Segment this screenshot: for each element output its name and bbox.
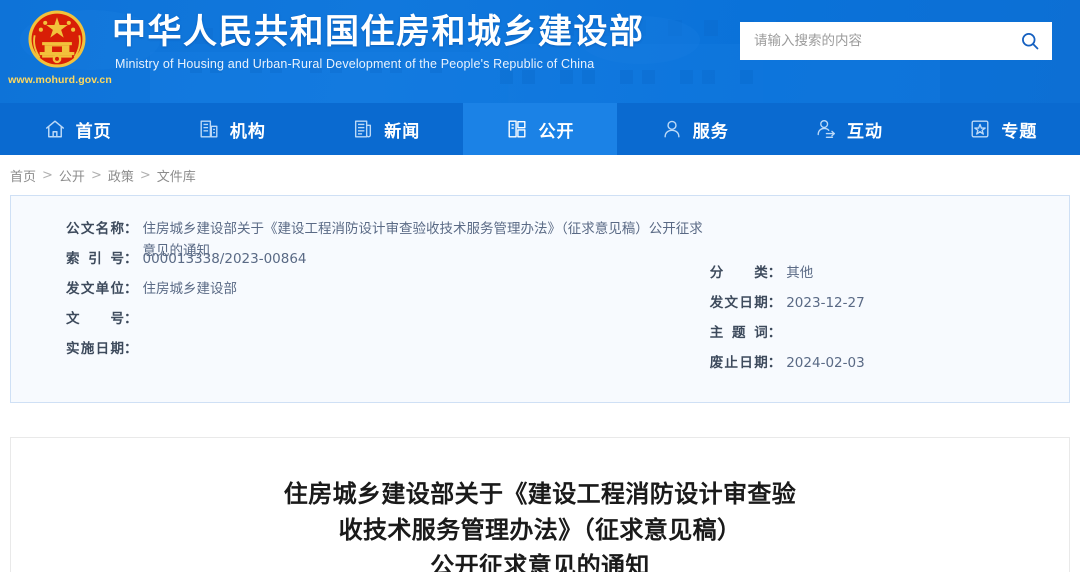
breadcrumb-item-0[interactable]: 首页 (10, 166, 36, 185)
metadata-colon: ： (124, 248, 138, 270)
search-input[interactable] (740, 23, 1008, 59)
metadata-label: 废止日期 (710, 352, 768, 374)
site-title-en: Ministry of Housing and Urban-Rural Deve… (115, 57, 645, 71)
nav-label-topics: 专题 (1001, 117, 1037, 142)
breadcrumb-item-3[interactable]: 文件库 (157, 166, 196, 185)
nav-item-news[interactable]: 新闻 (309, 103, 463, 155)
metadata-label: 索 引 号 (66, 248, 124, 270)
emblem-container: www.mohurd.gov.cn (0, 0, 112, 103)
open-disclosure-icon (505, 117, 529, 141)
metadata-column-left: 公文名称 ： 住房城乡建设部关于《建设工程消防设计审查验收技术服务管理办法》（征… (11, 218, 710, 382)
search-box[interactable] (740, 22, 1052, 60)
metadata-label: 发文日期 (710, 292, 768, 314)
site-title-cn: 中华人民共和国住房和城乡建设部 (112, 10, 645, 54)
metadata-label: 分 类 (710, 262, 768, 284)
nav-item-services[interactable]: 服务 (617, 103, 771, 155)
breadcrumb-separator: > (42, 168, 53, 183)
nav-label-interaction: 互动 (847, 117, 883, 142)
search-icon (1020, 31, 1040, 51)
metadata-value: 2023-12-27 (786, 292, 1069, 314)
document-metadata-card: 公文名称 ： 住房城乡建设部关于《建设工程消防设计审查验收技术服务管理办法》（征… (10, 195, 1070, 403)
metadata-row-category: 分 类 ： 其他 (710, 262, 1069, 292)
breadcrumb-separator: > (140, 168, 151, 183)
title-line-1: 住房城乡建设部关于《建设工程消防设计审查验 (131, 476, 949, 512)
site-url-text: www.mohurd.gov.cn (8, 74, 112, 86)
china-national-emblem-icon (26, 8, 88, 70)
main-navigation[interactable]: 首页 机构 新闻 (0, 103, 1080, 155)
nav-item-disclosure[interactable]: 公开 (463, 103, 617, 155)
header-brand: www.mohurd.gov.cn 中华人民共和国住房和城乡建设部 Minist… (0, 0, 660, 103)
metadata-colon: ： (124, 308, 138, 330)
metadata-colon: ： (768, 262, 782, 284)
nav-label-services: 服务 (693, 117, 729, 142)
metadata-column-right: 分 类 ： 其他 发文日期 ： 2023-12-27 主 题 词 ： 废止日期 … (710, 218, 1069, 382)
breadcrumb: 首页 > 公开 > 政策 > 文件库 (0, 155, 1080, 195)
news-document-icon (351, 117, 375, 141)
metadata-row-index-number: 索 引 号 ： 000013338/2023-00864 (66, 248, 710, 278)
metadata-colon: ： (768, 322, 782, 344)
building-icon (197, 117, 221, 141)
nav-item-home[interactable]: 首页 (0, 103, 154, 155)
page-content: 公文名称 ： 住房城乡建设部关于《建设工程消防设计审查验收技术服务管理办法》（征… (0, 195, 1080, 572)
metadata-row-document-number: 文 号 ： (66, 308, 710, 338)
nav-label-institutions: 机构 (230, 117, 266, 142)
page-title: 住房城乡建设部关于《建设工程消防设计审查验 收技术服务管理办法》（征求意见稿） … (131, 476, 949, 572)
title-line-2: 收技术服务管理办法》（征求意见稿） (131, 512, 949, 548)
header-titles: 中华人民共和国住房和城乡建设部 Ministry of Housing and … (112, 0, 645, 71)
metadata-colon: ： (768, 352, 782, 374)
metadata-colon: ： (124, 338, 138, 360)
metadata-row-abolition-date: 废止日期 ： 2024-02-03 (710, 352, 1069, 382)
breadcrumb-item-1[interactable]: 公开 (59, 166, 85, 185)
metadata-grid: 公文名称 ： 住房城乡建设部关于《建设工程消防设计审查验收技术服务管理办法》（征… (11, 218, 1069, 382)
metadata-colon: ： (768, 292, 782, 314)
metadata-colon: ： (124, 218, 138, 240)
metadata-label: 公文名称 (66, 218, 124, 240)
interaction-person-icon (814, 117, 838, 141)
metadata-value: 000013338/2023-00864 (143, 248, 710, 270)
title-line-3: 公开征求意见的通知 (131, 548, 949, 572)
site-header: www.mohurd.gov.cn 中华人民共和国住房和城乡建设部 Minist… (0, 0, 1080, 103)
metadata-label: 主 题 词 (710, 322, 768, 344)
home-icon (43, 117, 67, 141)
metadata-row-issue-date: 发文日期 ： 2023-12-27 (710, 292, 1069, 322)
metadata-label: 实施日期 (66, 338, 124, 360)
nav-item-institutions[interactable]: 机构 (154, 103, 308, 155)
metadata-value: 2024-02-03 (786, 352, 1069, 374)
nav-item-topics[interactable]: 专题 (926, 103, 1080, 155)
search-button[interactable] (1008, 22, 1052, 60)
nav-label-news: 新闻 (384, 117, 420, 142)
metadata-row-keywords: 主 题 词 ： (710, 322, 1069, 352)
metadata-value: 其他 (786, 262, 1069, 284)
document-title-card: 住房城乡建设部关于《建设工程消防设计审查验 收技术服务管理办法》（征求意见稿） … (10, 437, 1070, 572)
metadata-row-issuing-unit: 发文单位 ： 住房城乡建设部 (66, 278, 710, 308)
metadata-label: 文 号 (66, 308, 124, 330)
nav-label-disclosure: 公开 (538, 117, 574, 142)
nav-label-home: 首页 (76, 117, 112, 142)
breadcrumb-item-2[interactable]: 政策 (108, 166, 134, 185)
user-service-icon (660, 117, 684, 141)
nav-item-interaction[interactable]: 互动 (771, 103, 925, 155)
breadcrumb-separator: > (91, 168, 102, 183)
metadata-colon: ： (124, 278, 138, 300)
metadata-row-doc-name: 公文名称 ： 住房城乡建设部关于《建设工程消防设计审查验收技术服务管理办法》（征… (66, 218, 710, 248)
star-topic-icon (968, 117, 992, 141)
metadata-label: 发文单位 (66, 278, 124, 300)
metadata-row-effective-date: 实施日期 ： (66, 338, 710, 368)
metadata-value: 住房城乡建设部 (143, 278, 710, 300)
